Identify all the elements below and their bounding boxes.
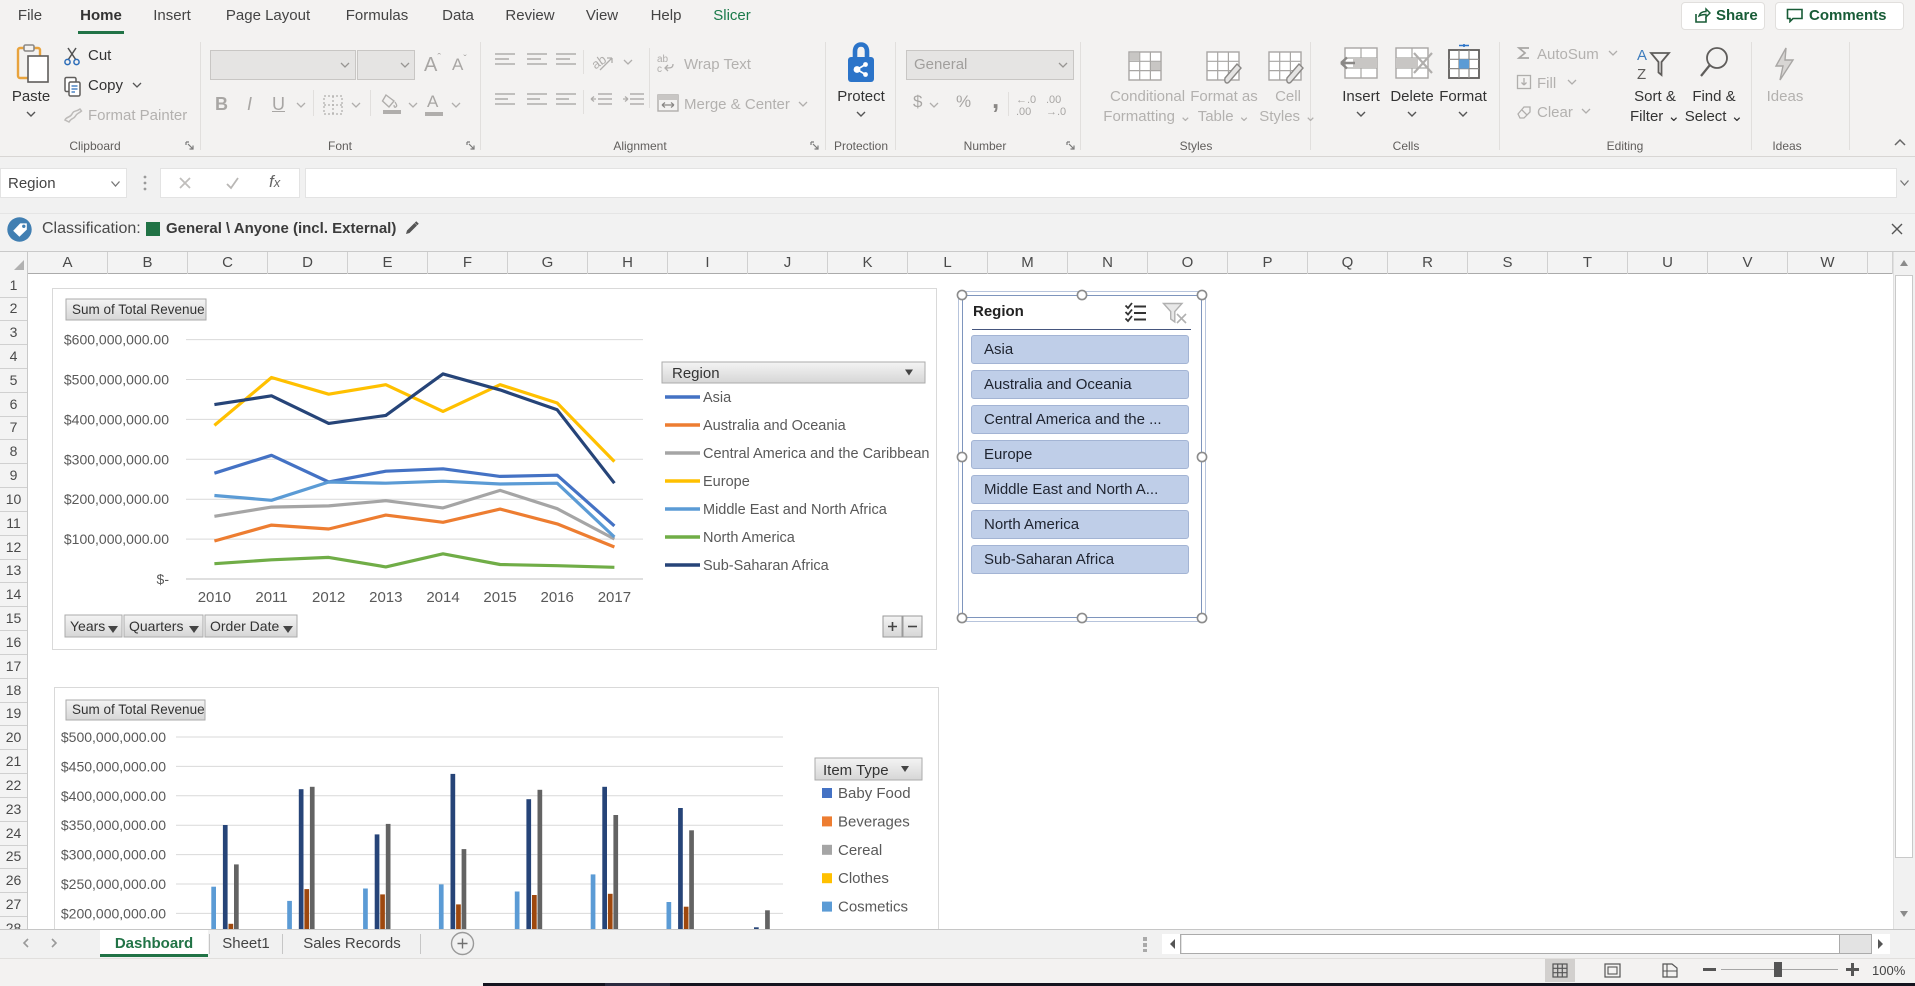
svg-text:2011: 2011 xyxy=(255,589,287,606)
svg-text:$300,000,000.00: $300,000,000.00 xyxy=(61,847,166,863)
svg-text:2013: 2013 xyxy=(369,589,402,606)
svg-text:2010: 2010 xyxy=(198,589,231,606)
svg-text:$250,000,000.00: $250,000,000.00 xyxy=(61,876,166,892)
svg-text:2015: 2015 xyxy=(483,589,516,606)
svg-text:$-: $- xyxy=(157,571,170,587)
svg-text:c: c xyxy=(657,64,662,73)
svg-text:2016: 2016 xyxy=(541,589,574,606)
svg-text:Europe: Europe xyxy=(703,474,750,490)
svg-text:Cereal: Cereal xyxy=(838,842,882,859)
svg-text:Order Date: Order Date xyxy=(210,618,279,634)
svg-text:Item Type: Item Type xyxy=(823,762,889,779)
svg-text:Z: Z xyxy=(1637,66,1646,83)
svg-text:Sum of Total Revenue: Sum of Total Revenue xyxy=(72,702,205,717)
svg-text:A: A xyxy=(1637,47,1647,64)
svg-text:Years: Years xyxy=(70,618,105,634)
svg-text:$600,000,000.00: $600,000,000.00 xyxy=(64,332,169,348)
svg-text:Middle East and North Africa: Middle East and North Africa xyxy=(703,502,888,518)
svg-text:Sub-Saharan Africa: Sub-Saharan Africa xyxy=(703,558,830,574)
svg-text:Sum of Total Revenue: Sum of Total Revenue xyxy=(72,302,205,317)
svg-text:Baby Food: Baby Food xyxy=(838,785,911,802)
svg-text:$500,000,000.00: $500,000,000.00 xyxy=(64,372,169,388)
svg-text:2012: 2012 xyxy=(312,589,345,606)
svg-text:Cosmetics: Cosmetics xyxy=(838,899,908,916)
svg-text:Asia: Asia xyxy=(703,390,732,406)
svg-text:North America: North America xyxy=(703,530,796,546)
svg-text:Region: Region xyxy=(672,365,720,382)
svg-text:2017: 2017 xyxy=(598,589,631,606)
svg-text:$400,000,000.00: $400,000,000.00 xyxy=(64,411,169,427)
svg-text:Clothes: Clothes xyxy=(838,870,889,887)
svg-text:$200,000,000.00: $200,000,000.00 xyxy=(64,491,169,507)
svg-text:$500,000,000.00: $500,000,000.00 xyxy=(61,729,166,745)
svg-text:$200,000,000.00: $200,000,000.00 xyxy=(61,905,166,921)
svg-text:$100,000,000.00: $100,000,000.00 xyxy=(64,531,169,547)
svg-text:Quarters: Quarters xyxy=(129,618,183,634)
svg-text:$300,000,000.00: $300,000,000.00 xyxy=(64,451,169,467)
svg-text:$400,000,000.00: $400,000,000.00 xyxy=(61,788,166,804)
svg-text:$450,000,000.00: $450,000,000.00 xyxy=(61,758,166,774)
svg-text:Australia and Oceania: Australia and Oceania xyxy=(703,418,847,434)
svg-text:Central America and the Caribb: Central America and the Caribbean xyxy=(703,446,930,462)
svg-text:Beverages: Beverages xyxy=(838,813,910,830)
svg-text:2014: 2014 xyxy=(426,589,459,606)
svg-text:$350,000,000.00: $350,000,000.00 xyxy=(61,817,166,833)
